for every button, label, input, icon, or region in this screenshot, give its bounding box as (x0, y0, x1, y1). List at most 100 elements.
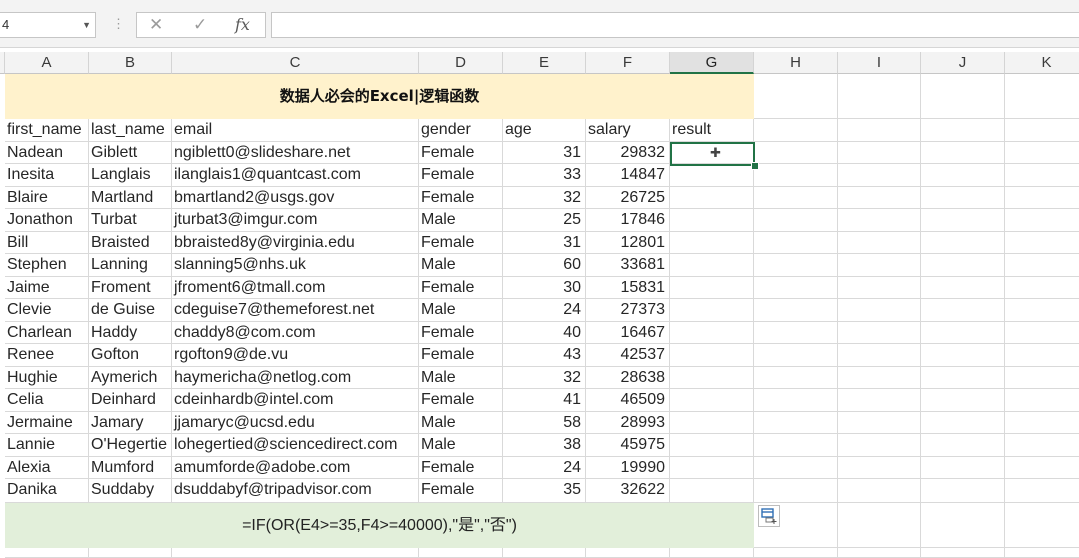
grid-cell[interactable] (670, 232, 754, 254)
grid-cell[interactable] (754, 209, 838, 232)
grid-cell[interactable] (1005, 322, 1079, 344)
grid-cell[interactable] (1005, 187, 1079, 209)
grid-cell[interactable] (921, 503, 1005, 548)
data-cell[interactable]: bmartland2@usgs.gov (172, 187, 419, 209)
data-cell[interactable]: chaddy8@com.com (172, 322, 419, 344)
cancel-icon[interactable]: ✕ (149, 15, 163, 35)
column-header-b[interactable]: B (89, 52, 172, 74)
data-cell[interactable]: Bill (5, 232, 89, 254)
data-cell[interactable]: Charlean (5, 322, 89, 344)
grid-cell[interactable] (921, 434, 1005, 457)
grid-cell[interactable] (921, 74, 1005, 119)
data-cell[interactable]: 46509 (586, 389, 670, 412)
grid-cell[interactable] (921, 164, 1005, 187)
data-cell[interactable]: Female (419, 344, 503, 367)
grid-cell[interactable] (1005, 232, 1079, 254)
data-cell[interactable]: 40 (503, 322, 586, 344)
data-cell[interactable]: 15831 (586, 277, 670, 299)
grid-cell[interactable] (838, 164, 921, 187)
grid-cell[interactable] (670, 322, 754, 344)
header-cell-age[interactable]: age (503, 119, 586, 142)
data-cell[interactable]: Giblett (89, 142, 172, 164)
grid-cell[interactable] (1005, 503, 1079, 548)
grid-cell[interactable] (503, 548, 586, 558)
paste-options-icon[interactable] (758, 505, 780, 527)
data-cell[interactable]: Male (419, 299, 503, 322)
grid-cell[interactable] (1005, 389, 1079, 412)
data-cell[interactable]: rgofton9@de.vu (172, 344, 419, 367)
data-cell[interactable]: Clevie (5, 299, 89, 322)
data-cell[interactable]: Inesita (5, 164, 89, 187)
grid-cell[interactable] (1005, 367, 1079, 389)
data-cell[interactable]: 16467 (586, 322, 670, 344)
data-cell[interactable]: 31 (503, 232, 586, 254)
grid-cell[interactable] (670, 344, 754, 367)
grid-cell[interactable] (670, 277, 754, 299)
grid-cell[interactable] (754, 299, 838, 322)
column-header-g[interactable]: G (670, 52, 754, 74)
chevron-down-icon[interactable]: ▼ (82, 13, 91, 37)
grid-cell[interactable] (754, 367, 838, 389)
grid-cell[interactable] (670, 412, 754, 434)
grid-cell[interactable] (921, 299, 1005, 322)
grid-cell[interactable] (838, 322, 921, 344)
grid-cell[interactable] (921, 479, 1005, 503)
grid-cell[interactable] (921, 457, 1005, 479)
enter-icon[interactable]: ✓ (193, 15, 207, 35)
grid-cell[interactable] (838, 209, 921, 232)
grid-cell[interactable] (419, 548, 503, 558)
header-cell-email[interactable]: email (172, 119, 419, 142)
grid-cell[interactable] (1005, 142, 1079, 164)
column-header-d[interactable]: D (419, 52, 503, 74)
data-cell[interactable]: Gofton (89, 344, 172, 367)
header-cell-result[interactable]: result (670, 119, 754, 142)
grid-cell[interactable] (921, 119, 1005, 142)
grid-cell[interactable] (1005, 277, 1079, 299)
data-cell[interactable]: 60 (503, 254, 586, 277)
data-cell[interactable]: bbraisted8y@virginia.edu (172, 232, 419, 254)
data-cell[interactable]: Male (419, 412, 503, 434)
data-cell[interactable]: de Guise (89, 299, 172, 322)
grid-cell[interactable] (1005, 119, 1079, 142)
grid-cell[interactable] (754, 277, 838, 299)
grid-cell[interactable] (921, 187, 1005, 209)
data-cell[interactable]: 24 (503, 299, 586, 322)
data-cell[interactable]: dsuddabyf@tripadvisor.com (172, 479, 419, 503)
grid-cell[interactable] (754, 548, 838, 558)
grid-cell[interactable] (754, 187, 838, 209)
data-cell[interactable]: Female (419, 389, 503, 412)
grid-cell[interactable] (754, 254, 838, 277)
grid-cell[interactable] (921, 254, 1005, 277)
grid-cell[interactable] (670, 254, 754, 277)
grid-cell[interactable] (838, 434, 921, 457)
grid-cell[interactable] (754, 389, 838, 412)
grid-cell[interactable] (670, 434, 754, 457)
grid-cell[interactable] (754, 142, 838, 164)
data-cell[interactable]: 14847 (586, 164, 670, 187)
data-cell[interactable]: 28993 (586, 412, 670, 434)
column-header-j[interactable]: J (921, 52, 1005, 74)
grid-cell[interactable] (670, 164, 754, 187)
data-cell[interactable]: Nadean (5, 142, 89, 164)
data-cell[interactable]: 32 (503, 187, 586, 209)
data-cell[interactable]: amumforde@adobe.com (172, 457, 419, 479)
header-cell-first-name[interactable]: first_name (5, 119, 89, 142)
grid-cell[interactable] (1005, 74, 1079, 119)
data-cell[interactable]: 25 (503, 209, 586, 232)
formula-input[interactable] (271, 12, 1079, 38)
grid-cell[interactable] (838, 548, 921, 558)
data-cell[interactable]: Renee (5, 344, 89, 367)
data-cell[interactable]: cdeinhardb@intel.com (172, 389, 419, 412)
grid-cell[interactable] (754, 322, 838, 344)
data-cell[interactable]: Jamary (89, 412, 172, 434)
data-cell[interactable]: 27373 (586, 299, 670, 322)
data-cell[interactable]: Danika (5, 479, 89, 503)
grid-cell[interactable] (1005, 412, 1079, 434)
data-cell[interactable]: 32 (503, 367, 586, 389)
grid-cell[interactable] (838, 389, 921, 412)
grid-cell[interactable] (838, 119, 921, 142)
grid-cell[interactable] (921, 367, 1005, 389)
data-cell[interactable]: lohegertied@sciencedirect.com (172, 434, 419, 457)
data-cell[interactable]: Jaime (5, 277, 89, 299)
grid-cell[interactable] (921, 344, 1005, 367)
